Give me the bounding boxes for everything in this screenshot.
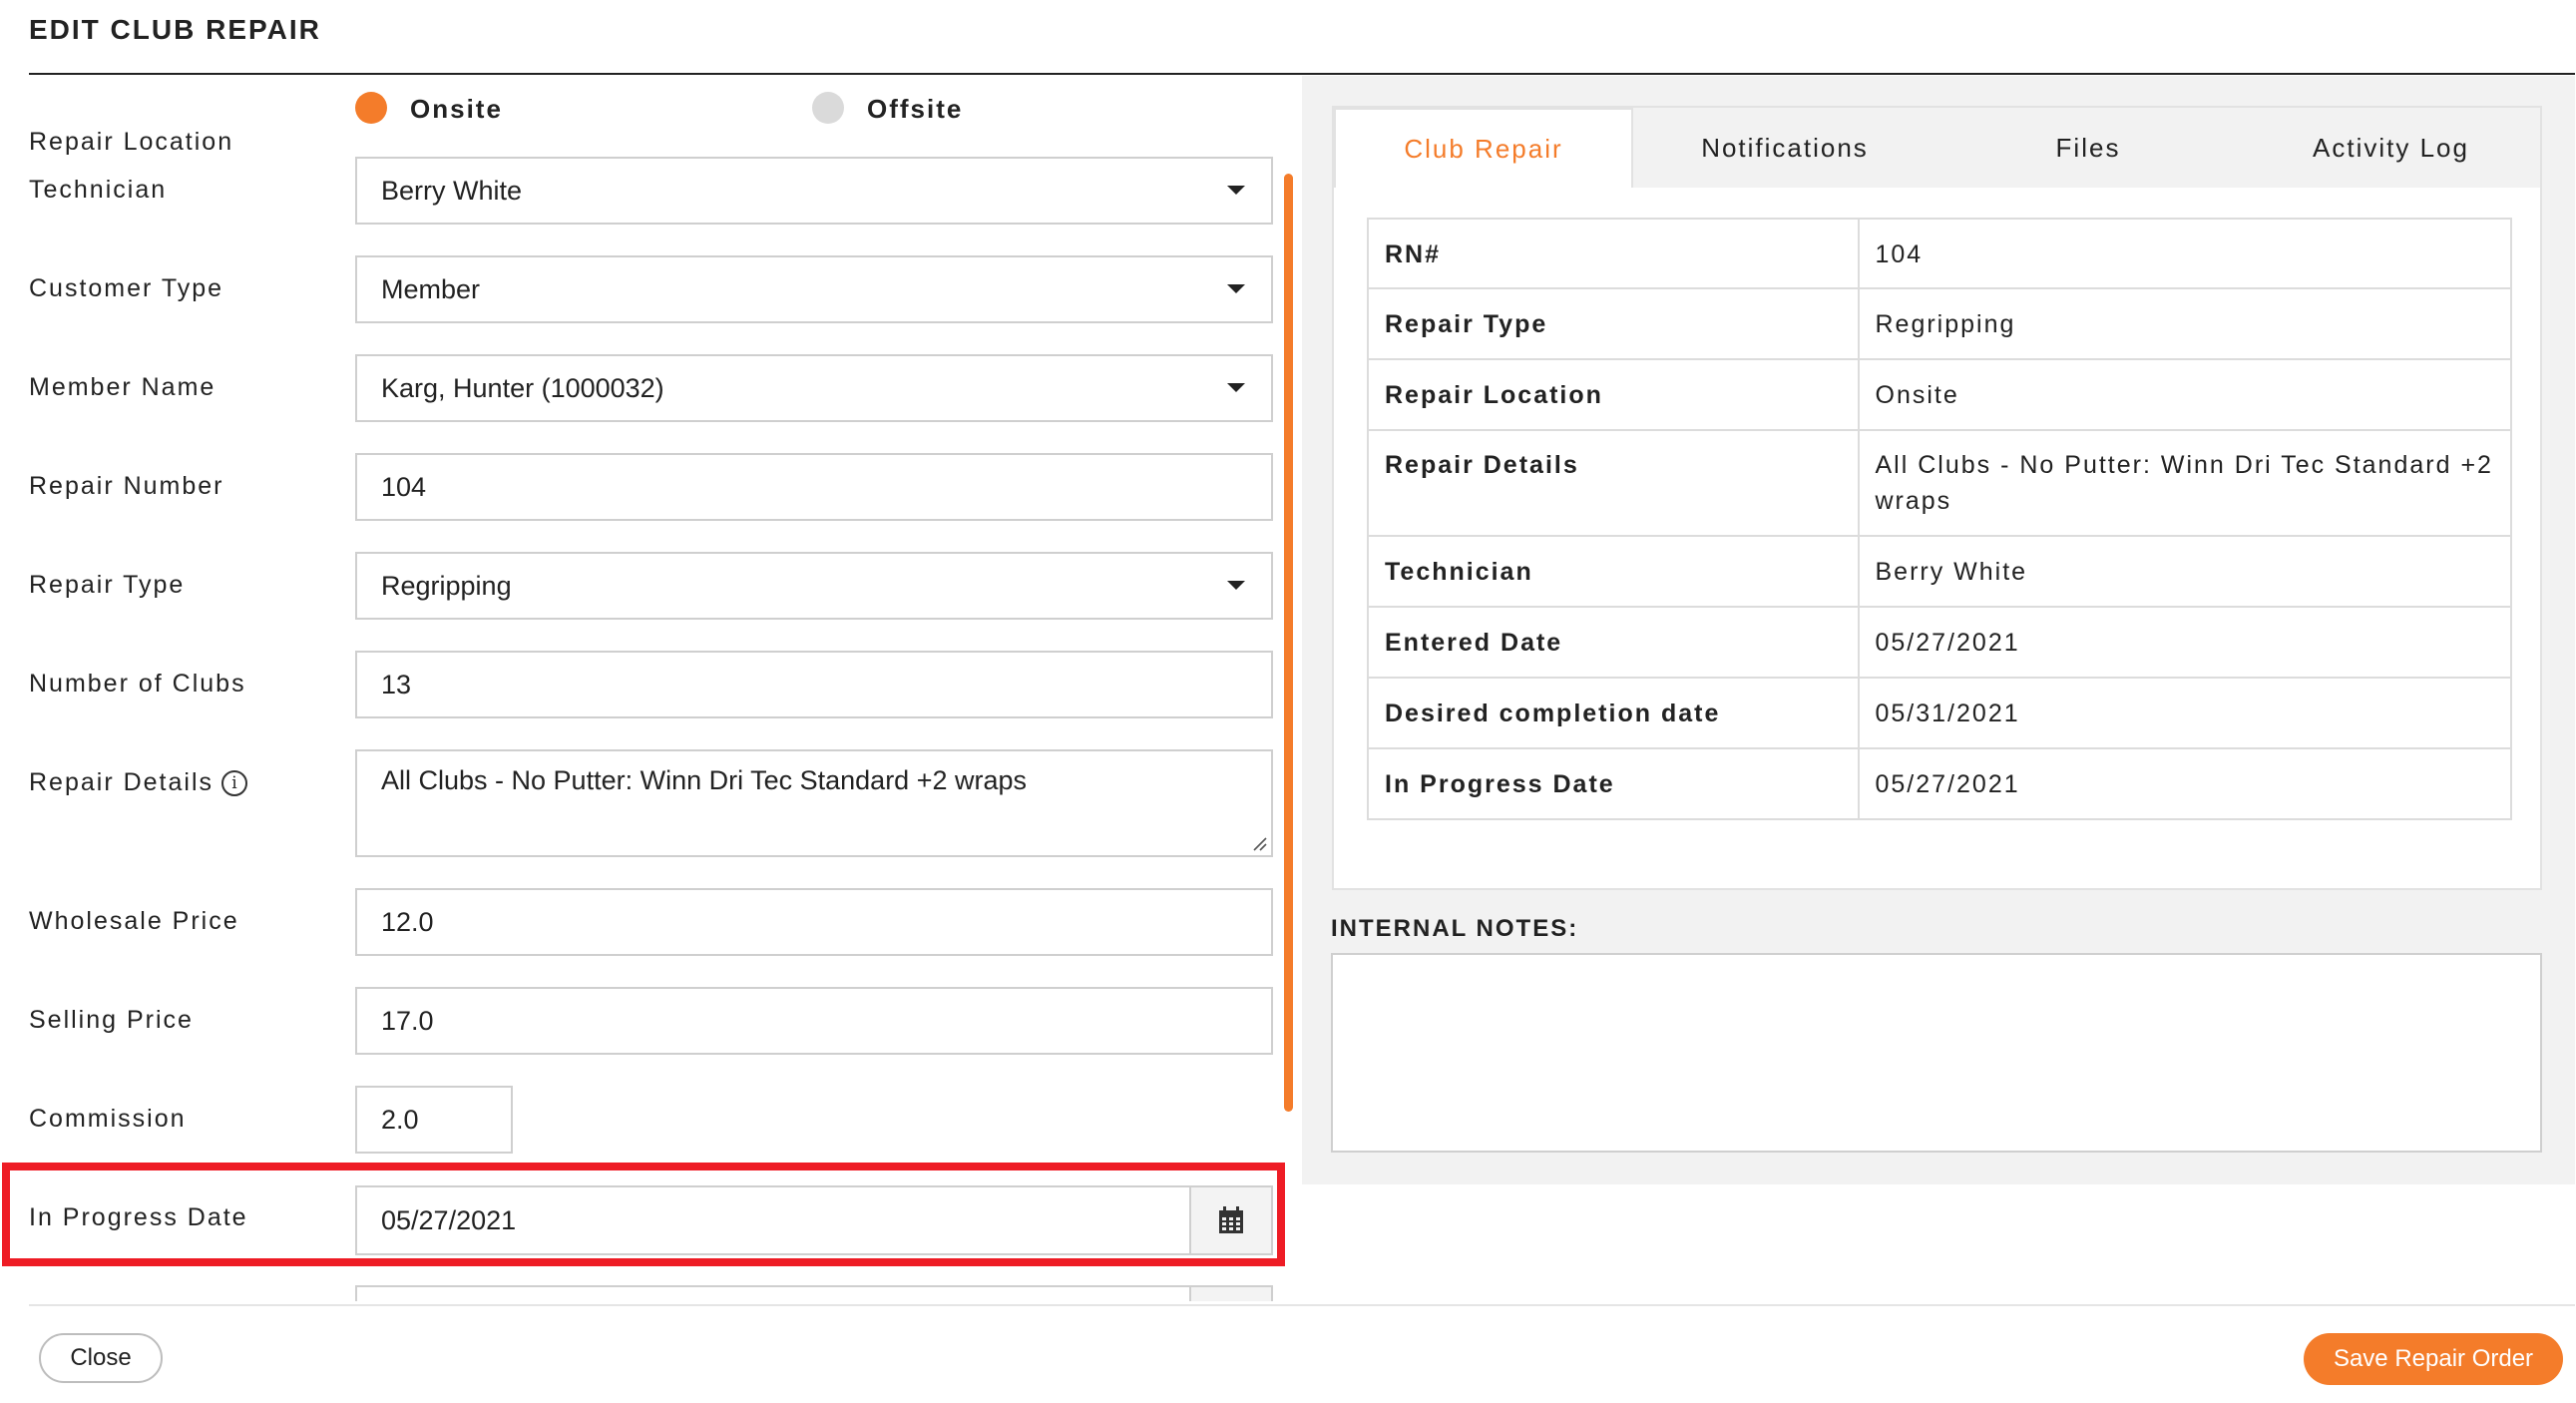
chevron-down-icon: [1227, 581, 1245, 590]
form-scrollbar[interactable]: [1284, 174, 1293, 1112]
member-name-label: Member Name: [29, 373, 216, 401]
wholesale-price-input[interactable]: 12.0: [355, 888, 1273, 956]
tab-club-repair[interactable]: Club Repair: [1334, 108, 1633, 188]
repair-number-input[interactable]: 104: [355, 453, 1273, 521]
info-icon[interactable]: i: [221, 770, 248, 796]
number-of-clubs-label: Number of Clubs: [29, 670, 246, 698]
tab-container: Club Repair Notifications Files Activity…: [1332, 106, 2542, 890]
wholesale-price-value: 12.0: [381, 906, 434, 937]
row-key: Technician: [1367, 535, 1860, 608]
radio-onsite-dot[interactable]: [355, 92, 387, 124]
row-value: Regripping: [1857, 287, 2512, 360]
customer-type-value: Member: [381, 273, 481, 304]
row-key: Repair Details: [1367, 429, 1860, 537]
radio-offsite-dot[interactable]: [812, 92, 844, 124]
row-value: 104: [1857, 218, 2512, 289]
table-row: RN# 104: [1367, 218, 2512, 289]
table-row: Technician Berry White: [1367, 535, 2512, 608]
radio-onsite-label: Onsite: [410, 94, 503, 124]
radio-offsite-label: Offsite: [867, 94, 964, 124]
repair-type-value: Regripping: [381, 570, 512, 601]
table-row: Repair Location Onsite: [1367, 358, 2512, 431]
table-row: Repair Type Regripping: [1367, 287, 2512, 360]
selling-price-value: 17.0: [381, 1005, 434, 1036]
technician-value: Berry White: [381, 175, 523, 206]
selling-price-input[interactable]: 17.0: [355, 987, 1273, 1055]
table-row: Desired completion date 05/31/2021: [1367, 677, 2512, 749]
member-name-value: Karg, Hunter (1000032): [381, 372, 664, 403]
repair-details-label: Repair Details i: [29, 767, 248, 797]
row-value: Berry White: [1857, 535, 2512, 608]
repair-type-select[interactable]: Regripping: [355, 552, 1273, 620]
row-key: Desired completion date: [1367, 677, 1860, 749]
row-value: 05/31/2021: [1857, 677, 2512, 749]
customer-type-label: Customer Type: [29, 274, 224, 302]
number-of-clubs-value: 13: [381, 669, 412, 700]
customer-type-select[interactable]: Member: [355, 255, 1273, 323]
wholesale-price-label: Wholesale Price: [29, 907, 239, 935]
repair-number-label: Repair Number: [29, 472, 224, 500]
row-value: 05/27/2021: [1857, 606, 2512, 679]
footer-divider: [29, 1304, 2575, 1306]
repair-location-label: Repair Location: [29, 128, 234, 156]
commission-value: 2.0: [381, 1104, 419, 1135]
table-row: In Progress Date 05/27/2021: [1367, 747, 2512, 820]
close-button[interactable]: Close: [39, 1333, 163, 1383]
table-row: Entered Date 05/27/2021: [1367, 606, 2512, 679]
repair-details-label-text: Repair Details: [29, 768, 215, 796]
title-divider: [29, 73, 2575, 75]
resize-handle-icon[interactable]: [1251, 835, 1267, 851]
row-key: Entered Date: [1367, 606, 1860, 679]
repair-details-table: RN# 104 Repair Type Regripping Repair Lo…: [1367, 218, 2512, 820]
chevron-down-icon: [1227, 186, 1245, 195]
number-of-clubs-input[interactable]: 13: [355, 651, 1273, 718]
repair-type-label: Repair Type: [29, 571, 186, 599]
repair-form: Repair Location Onsite Offsite Technicia…: [0, 76, 1297, 1301]
tab-strip: Club Repair Notifications Files Activity…: [1334, 108, 2540, 188]
internal-notes-textarea[interactable]: [1331, 953, 2542, 1153]
repair-details-value: All Clubs - No Putter: Winn Dri Tec Stan…: [381, 765, 1028, 795]
next-date-input[interactable]: [355, 1285, 1273, 1301]
selling-price-label: Selling Price: [29, 1006, 194, 1034]
calendar-button[interactable]: [1189, 1287, 1271, 1301]
table-row: Repair Details All Clubs - No Putter: Wi…: [1367, 429, 2512, 537]
chevron-down-icon: [1227, 284, 1245, 293]
repair-number-value: 104: [381, 471, 427, 502]
commission-label: Commission: [29, 1105, 187, 1133]
technician-select[interactable]: Berry White: [355, 157, 1273, 225]
highlight-in-progress-date: [2, 1163, 1285, 1266]
tab-activity-log[interactable]: Activity Log: [2240, 108, 2542, 188]
member-name-select[interactable]: Karg, Hunter (1000032): [355, 354, 1273, 422]
internal-notes-label: INTERNAL NOTES:: [1331, 915, 1579, 942]
page-title: EDIT CLUB REPAIR: [29, 14, 321, 45]
tab-files[interactable]: Files: [1936, 108, 2240, 188]
summary-panel: Club Repair Notifications Files Activity…: [1302, 76, 2575, 1184]
row-value: 05/27/2021: [1857, 747, 2512, 820]
repair-details-textarea[interactable]: All Clubs - No Putter: Winn Dri Tec Stan…: [355, 749, 1273, 857]
row-key: Repair Type: [1367, 287, 1860, 360]
technician-label: Technician: [29, 176, 168, 204]
tab-notifications[interactable]: Notifications: [1633, 108, 1936, 188]
row-value: Onsite: [1857, 358, 2512, 431]
chevron-down-icon: [1227, 383, 1245, 392]
row-value: All Clubs - No Putter: Winn Dri Tec Stan…: [1857, 429, 2512, 537]
row-key: RN#: [1367, 218, 1860, 289]
row-key: Repair Location: [1367, 358, 1860, 431]
save-repair-order-button[interactable]: Save Repair Order: [2304, 1333, 2563, 1385]
commission-input[interactable]: 2.0: [355, 1086, 513, 1154]
row-key: In Progress Date: [1367, 747, 1860, 820]
